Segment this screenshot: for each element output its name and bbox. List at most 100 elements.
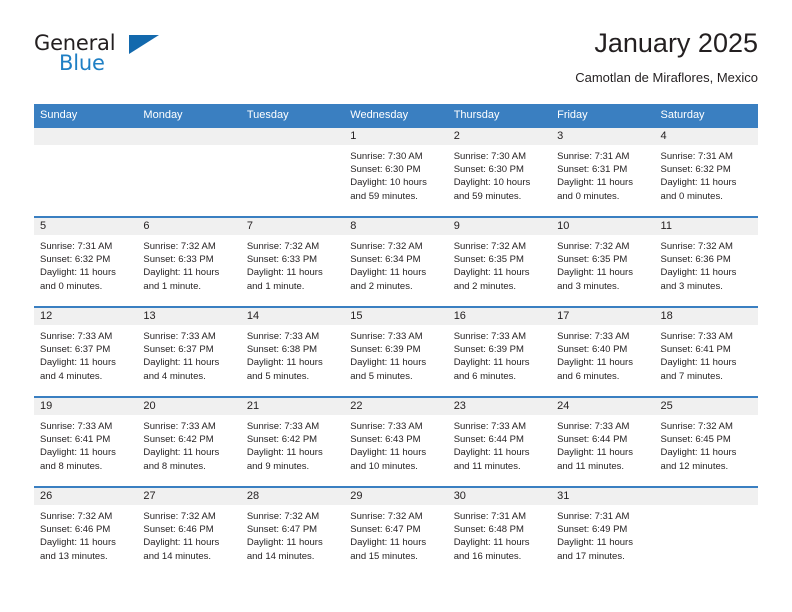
daylight-duration-line2: and 5 minutes. [350, 370, 413, 382]
daylight-duration-line2: and 14 minutes. [143, 550, 212, 562]
calendar-day-cell[interactable]: 30 Sunrise: 7:31 AM Sunset: 6:48 PM Dayligh… [447, 488, 552, 576]
day-number: 21 [240, 398, 345, 415]
sunset-time: Sunset: 6:36 PM [660, 254, 731, 266]
calendar-day-cell[interactable]: 25 Sunrise: 7:32 AM Sunset: 6:45 PM Dayligh… [654, 398, 758, 486]
calendar-day-cell[interactable]: 10 Sunrise: 7:32 AM Sunset: 6:35 PM Dayligh… [551, 218, 655, 306]
day-details: Sunrise: 7:31 AM Sunset: 6:32 PM Daylight:… [655, 145, 758, 203]
calendar-day-cell[interactable]: 22 Sunrise: 7:33 AM Sunset: 6:43 PM Dayligh… [344, 398, 448, 486]
calendar-day-cell[interactable]: 14 Sunrise: 7:33 AM Sunset: 6:38 PM Dayligh… [240, 308, 345, 396]
daylight-duration-line2: and 8 minutes. [40, 460, 103, 472]
daylight-duration-line2: and 10 minutes. [350, 460, 418, 472]
sunset-time: Sunset: 6:44 PM [557, 434, 628, 446]
daylight-duration-line1: Daylight: 11 hours [350, 357, 427, 369]
calendar-day-cell[interactable]: 13 Sunrise: 7:33 AM Sunset: 6:37 PM Dayligh… [137, 308, 241, 396]
daylight-duration-line1: Daylight: 10 hours [453, 177, 531, 189]
sunset-time: Sunset: 6:47 PM [350, 524, 421, 536]
calendar-day-cell[interactable]: 20 Sunrise: 7:33 AM Sunset: 6:42 PM Dayligh… [137, 398, 241, 486]
calendar-day-cell[interactable]: 31 Sunrise: 7:31 AM Sunset: 6:49 PM Dayligh… [551, 488, 655, 576]
sunset-time: Sunset: 6:30 PM [453, 164, 524, 176]
calendar-week-row: 19 Sunrise: 7:33 AM Sunset: 6:41 PM Dayligh… [34, 396, 758, 486]
brand-logo[interactable]: General Blue [34, 32, 159, 86]
day-number: 25 [654, 398, 758, 415]
daylight-duration-line1: Daylight: 11 hours [40, 267, 116, 279]
calendar-day-cell[interactable]: 11 Sunrise: 7:32 AM Sunset: 6:36 PM Dayligh… [654, 218, 758, 306]
calendar-day-cell[interactable]: 7 Sunrise: 7:32 AM Sunset: 6:33 PM Daylight… [240, 218, 345, 306]
calendar-day-cell[interactable]: 5 Sunrise: 7:31 AM Sunset: 6:32 PM Daylight… [34, 218, 138, 306]
sunset-time: Sunset: 6:41 PM [40, 434, 111, 446]
calendar-day-cell[interactable]: 8 Sunrise: 7:32 AM Sunset: 6:34 PM Daylight… [344, 218, 448, 306]
day-details: Sunrise: 7:30 AM Sunset: 6:30 PM Daylight:… [344, 145, 447, 203]
calendar-day-cell[interactable]: 1 Sunrise: 7:30 AM Sunset: 6:30 PM Daylight… [344, 128, 448, 216]
calendar-day-cell[interactable]: 3 Sunrise: 7:31 AM Sunset: 6:31 PM Daylight… [551, 128, 655, 216]
calendar-day-cell[interactable]: 27 Sunrise: 7:32 AM Sunset: 6:46 PM Dayligh… [137, 488, 241, 576]
calendar-day-cell[interactable]: 24 Sunrise: 7:33 AM Sunset: 6:44 PM Dayligh… [551, 398, 655, 486]
calendar-grid: Sunday Monday Tuesday Wednesday Thursday… [34, 104, 758, 576]
weekday-header-sunday: Sunday [40, 109, 78, 121]
sunrise-time: Sunrise: 7:30 AM [350, 151, 423, 162]
daylight-duration-line1: Daylight: 11 hours [350, 447, 427, 459]
calendar-day-cell[interactable]: 17 Sunrise: 7:33 AM Sunset: 6:40 PM Dayligh… [551, 308, 655, 396]
calendar-day-cell[interactable]: 26 Sunrise: 7:32 AM Sunset: 6:46 PM Dayligh… [34, 488, 138, 576]
day-number: 4 [654, 128, 758, 145]
calendar-day-cell[interactable]: 16 Sunrise: 7:33 AM Sunset: 6:39 PM Dayligh… [447, 308, 552, 396]
daylight-duration-line1: Daylight: 11 hours [660, 447, 737, 459]
daylight-duration-line2: and 59 minutes. [453, 190, 522, 202]
calendar-day-cell[interactable]: 9 Sunrise: 7:32 AM Sunset: 6:35 PM Daylight… [447, 218, 552, 306]
calendar-day-cell[interactable]: 15 Sunrise: 7:33 AM Sunset: 6:39 PM Dayligh… [344, 308, 448, 396]
calendar-day-cell-empty [34, 128, 138, 216]
day-number [654, 488, 758, 505]
daylight-duration-line2: and 6 minutes. [557, 370, 620, 382]
day-number: 7 [240, 218, 345, 235]
day-number: 11 [654, 218, 758, 235]
sunset-time: Sunset: 6:47 PM [246, 524, 318, 536]
sunrise-time: Sunrise: 7:32 AM [660, 241, 733, 252]
sunrise-time: Sunrise: 7:32 AM [40, 511, 113, 522]
calendar-day-cell-empty [137, 128, 241, 216]
weekday-header-tuesday: Tuesday [246, 109, 289, 121]
daylight-duration-line1: Daylight: 11 hours [143, 357, 220, 369]
daylight-duration-line1: Daylight: 11 hours [143, 447, 220, 459]
weekday-header-saturday: Saturday [660, 109, 705, 121]
calendar-day-cell[interactable]: 2 Sunrise: 7:30 AM Sunset: 6:30 PM Daylight… [447, 128, 552, 216]
sunrise-time: Sunrise: 7:32 AM [453, 241, 527, 252]
day-number: 19 [34, 398, 138, 415]
daylight-duration-line1: Daylight: 11 hours [40, 357, 116, 369]
daylight-duration-line1: Daylight: 11 hours [350, 267, 427, 279]
calendar-day-cell[interactable]: 12 Sunrise: 7:33 AM Sunset: 6:37 PM Dayligh… [34, 308, 138, 396]
calendar-day-cell[interactable]: 19 Sunrise: 7:33 AM Sunset: 6:41 PM Dayligh… [34, 398, 138, 486]
daylight-duration-line1: Daylight: 11 hours [453, 537, 530, 549]
daylight-duration-line1: Daylight: 11 hours [660, 177, 737, 189]
day-number: 9 [447, 218, 552, 235]
day-number: 27 [137, 488, 241, 505]
calendar-day-cell[interactable]: 18 Sunrise: 7:33 AM Sunset: 6:41 PM Dayligh… [654, 308, 758, 396]
calendar-day-cell[interactable]: 21 Sunrise: 7:33 AM Sunset: 6:42 PM Dayligh… [240, 398, 345, 486]
day-number [240, 128, 345, 145]
calendar-day-cell[interactable]: 6 Sunrise: 7:32 AM Sunset: 6:33 PM Daylight… [137, 218, 241, 306]
day-number: 20 [137, 398, 241, 415]
day-details: Sunrise: 7:33 AM Sunset: 6:44 PM Daylight:… [448, 415, 551, 473]
calendar-day-cell[interactable]: 23 Sunrise: 7:33 AM Sunset: 6:44 PM Dayligh… [447, 398, 552, 486]
daylight-duration-line2: and 59 minutes. [350, 190, 418, 202]
day-details: Sunrise: 7:32 AM Sunset: 6:35 PM Daylight:… [551, 235, 654, 293]
daylight-duration-line1: Daylight: 11 hours [557, 537, 633, 549]
day-details: Sunrise: 7:32 AM Sunset: 6:34 PM Daylight:… [344, 235, 447, 293]
daylight-duration-line2: and 16 minutes. [453, 550, 522, 562]
brand-name-blue: Blue [59, 51, 105, 75]
sunrise-time: Sunrise: 7:33 AM [40, 331, 113, 342]
day-number: 30 [447, 488, 552, 505]
sunset-time: Sunset: 6:38 PM [246, 344, 318, 356]
day-number: 14 [240, 308, 345, 325]
calendar-day-cell[interactable]: 29 Sunrise: 7:32 AM Sunset: 6:47 PM Dayligh… [344, 488, 448, 576]
day-details: Sunrise: 7:32 AM Sunset: 6:33 PM Daylight:… [137, 235, 240, 293]
weekday-header-row: Sunday Monday Tuesday Wednesday Thursday… [34, 104, 758, 128]
calendar-day-cell[interactable]: 28 Sunrise: 7:32 AM Sunset: 6:47 PM Dayligh… [240, 488, 345, 576]
daylight-duration-line1: Daylight: 11 hours [143, 537, 220, 549]
sunrise-time: Sunrise: 7:31 AM [557, 511, 630, 522]
day-number: 28 [240, 488, 345, 505]
weekday-header-wednesday: Wednesday [350, 109, 409, 121]
day-number: 12 [34, 308, 138, 325]
sunrise-time: Sunrise: 7:32 AM [350, 241, 423, 252]
calendar-day-cell[interactable]: 4 Sunrise: 7:31 AM Sunset: 6:32 PM Daylight… [654, 128, 758, 216]
daylight-duration-line2: and 11 minutes. [453, 460, 521, 472]
triangle-logo-icon [129, 35, 159, 54]
